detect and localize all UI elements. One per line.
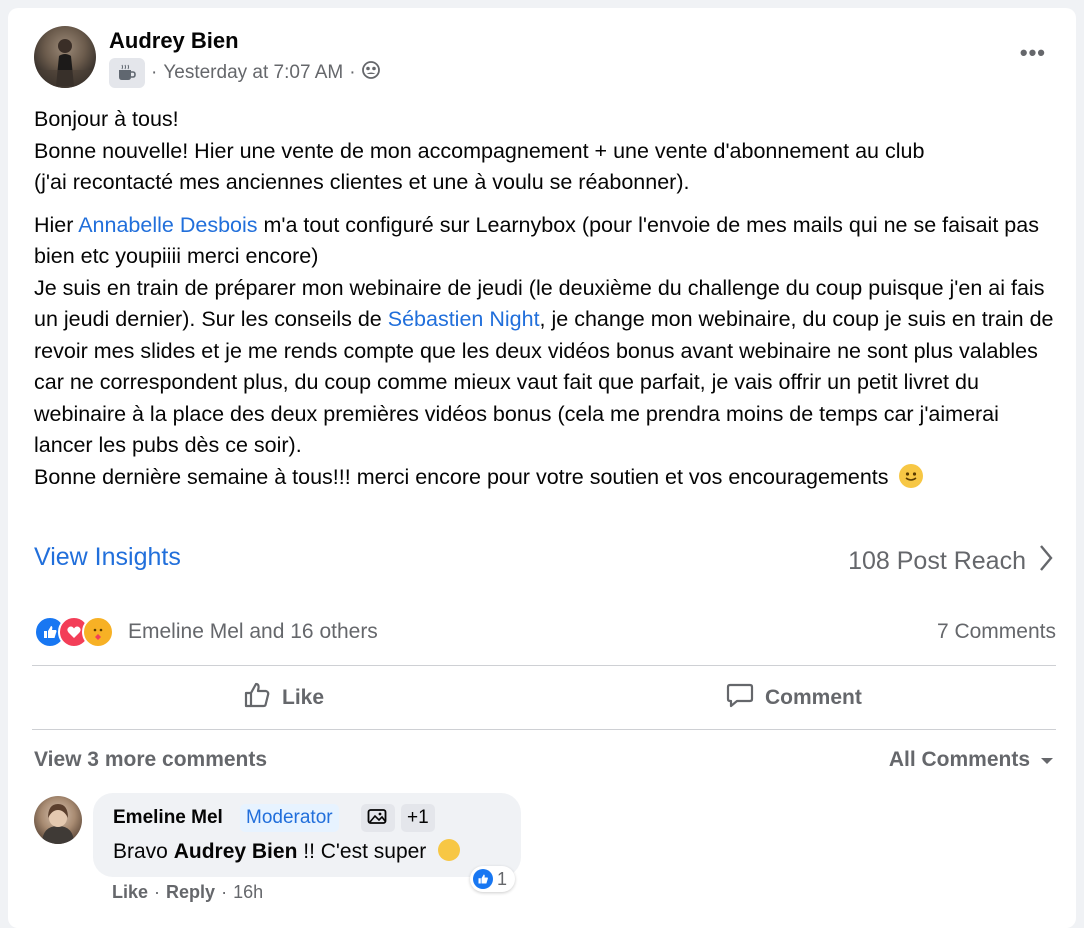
comment-text-part: Bravo	[113, 840, 174, 863]
post-timestamp[interactable]: Yesterday at 7:07 AM	[163, 62, 343, 84]
action-separator: ·	[154, 882, 161, 902]
author-name[interactable]: Audrey Bien	[109, 28, 239, 54]
chevron-right-icon	[1038, 543, 1054, 580]
comment-actions: Like · Reply · 16h	[112, 882, 263, 903]
care-reaction-icon	[82, 616, 114, 648]
commenter-name[interactable]: Emeline Mel	[113, 807, 223, 829]
comment-label: Comment	[765, 686, 862, 709]
post-line: Bonne nouvelle! Hier une vente de mon ac…	[34, 138, 925, 163]
like-reaction-icon	[473, 869, 493, 889]
comment-reply-button[interactable]: Reply	[166, 882, 215, 903]
smiley-emoji-icon	[898, 463, 923, 488]
comments-filter-dropdown[interactable]: All Comments	[889, 748, 1054, 772]
comment-mention[interactable]: Audrey Bien	[174, 840, 298, 863]
post-paragraph-1: Bonjour à tous! Bonne nouvelle! Hier une…	[34, 104, 1054, 199]
audience-group-icon[interactable]	[361, 61, 380, 85]
clapping-hands-emoji-icon	[438, 839, 461, 861]
comment-like-button[interactable]: Like	[112, 882, 148, 903]
plus-badge[interactable]: +1	[401, 804, 435, 832]
meta-separator: ·	[151, 62, 158, 83]
like-button[interactable]: Like	[242, 680, 324, 716]
comment-bubble-icon	[725, 680, 755, 716]
post-line: Bonjour à tous!	[34, 107, 179, 131]
view-insights-link[interactable]: View Insights	[34, 543, 181, 572]
comment-bubble: Emeline Mel Moderator +1 Bravo Audrey Bi…	[93, 793, 521, 877]
mention-link[interactable]: Sébastien Night	[388, 307, 540, 331]
thumbs-up-icon	[242, 680, 272, 716]
reactions-summary[interactable]: Emeline Mel and 16 others	[34, 616, 378, 648]
comment-button[interactable]: Comment	[725, 680, 862, 716]
caret-down-icon	[1040, 748, 1054, 772]
post-text: Bonne dernière semaine à tous!!! merci e…	[34, 464, 889, 489]
comment-reaction-count[interactable]: 1	[470, 866, 516, 892]
comments-filter-label: All Comments	[888, 748, 1030, 771]
view-more-comments-link[interactable]: View 3 more comments	[34, 748, 267, 772]
comment-text-part: !! C'est super	[297, 840, 427, 863]
mention-link[interactable]: Annabelle Desbois	[78, 213, 257, 237]
reactions-text: Emeline Mel and 16 others	[128, 620, 378, 643]
action-separator: ·	[221, 882, 228, 902]
comment-text: Bravo Audrey Bien !! C'est super	[113, 839, 461, 864]
coffee-cup-icon[interactable]	[109, 58, 145, 88]
author-avatar[interactable]	[34, 26, 96, 88]
comments-count-link[interactable]: 7 Comments	[937, 620, 1056, 644]
meta-separator: ·	[349, 62, 356, 83]
post-body: Bonjour à tous! Bonne nouvelle! Hier une…	[34, 104, 1054, 504]
divider	[32, 729, 1056, 730]
like-label: Like	[282, 686, 325, 709]
post-line: (j'ai recontacté mes anciennes clientes …	[34, 170, 690, 194]
post-reach-link[interactable]: 108 Post Reach	[848, 543, 1054, 580]
post-card: Audrey Bien · Yesterday at 7:07 AM · •••…	[8, 8, 1076, 928]
reaction-count: 1	[497, 868, 508, 889]
post-text: Hier	[34, 212, 79, 237]
moderator-badge[interactable]: Moderator	[240, 804, 339, 832]
divider	[32, 665, 1056, 666]
comment-time[interactable]: 16h	[233, 882, 263, 903]
commenter-avatar[interactable]	[34, 796, 82, 844]
post-paragraph-2: Hier Annabelle Desbois m'a tout configur…	[34, 210, 1054, 494]
image-comment-badge-icon[interactable]	[361, 804, 395, 832]
post-meta: · Yesterday at 7:07 AM ·	[109, 58, 380, 88]
more-options-icon[interactable]: •••	[1020, 40, 1046, 66]
post-reach-label: 108 Post Reach	[848, 547, 1026, 575]
